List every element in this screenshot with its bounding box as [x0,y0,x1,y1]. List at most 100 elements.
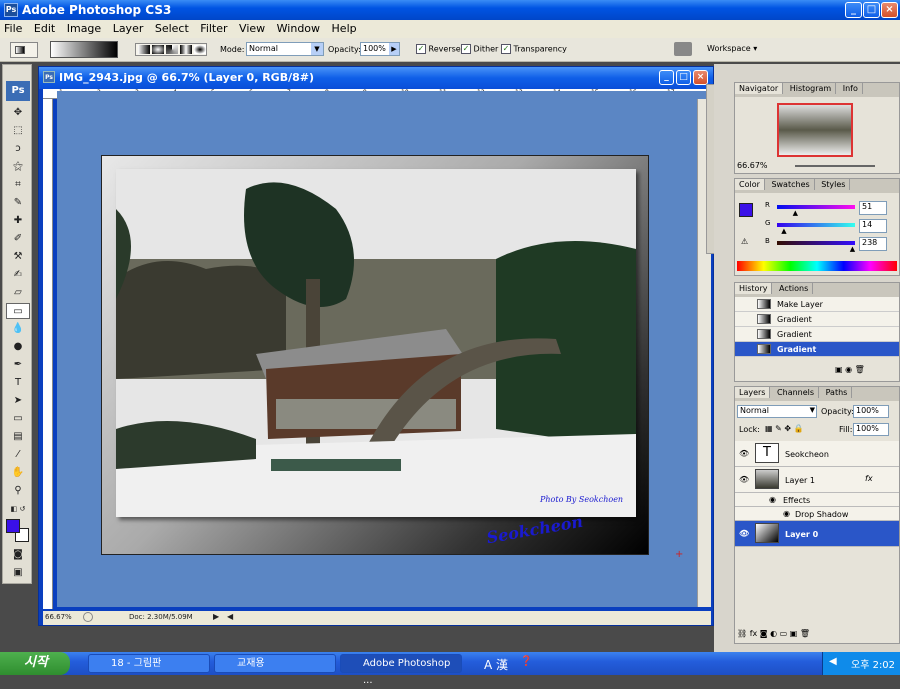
diamond-gradient-icon[interactable] [194,45,206,54]
default-colors-icon[interactable]: ◧ ↺ [6,501,30,517]
pen-tool-icon[interactable]: ✒ [6,357,30,373]
eyedropper-tool-icon[interactable]: ⁄ [6,447,30,463]
ime-indicator[interactable]: A 漢 [484,656,508,673]
navigator-zoom-slider[interactable] [795,165,875,167]
tab-actions[interactable]: Actions [775,283,814,294]
drop-shadow-eye-icon[interactable]: ◉ [783,509,790,518]
clone-stamp-tool-icon[interactable]: ⚒ [6,249,30,265]
g-slider-thumb[interactable]: ▲ [781,227,786,235]
dither-option[interactable]: ✓ Dither [461,44,498,54]
rectangle-tool-icon[interactable]: ▭ [6,411,30,427]
canvas-area[interactable]: Photo By Seokchoen Seokcheon + [57,91,711,607]
angle-gradient-icon[interactable] [166,45,178,54]
menu-filter[interactable]: Filter [196,21,231,36]
tab-layers[interactable]: Layers [735,387,771,398]
menu-window[interactable]: Window [273,21,324,36]
dodge-tool-icon[interactable]: ● [6,339,30,355]
reverse-option[interactable]: ✓ Reverse [416,44,461,54]
doc-close-button[interactable]: × [693,70,708,85]
layer-opacity-input[interactable]: 100% [853,405,889,418]
screen-mode-icon[interactable]: ▣ [6,565,30,581]
history-footer-icons[interactable]: ▣ ◉ 🗑 [835,365,865,374]
lasso-tool-icon[interactable]: ↄ [6,141,30,157]
history-item[interactable]: Gradient [735,312,899,327]
move-tool-icon[interactable]: ✥ [6,105,30,121]
menu-select[interactable]: Select [151,21,193,36]
maximize-button[interactable]: □ [863,2,880,18]
tab-navigator[interactable]: Navigator [735,83,784,94]
color-spectrum-bar[interactable] [737,261,897,271]
history-item-selected[interactable]: Gradient [735,342,899,357]
taskbar-item-paint[interactable]: 18 - 그림판 [88,654,210,673]
navigator-thumbnail[interactable] [777,103,853,157]
history-brush-tool-icon[interactable]: ✍ [6,267,30,283]
magic-wand-tool-icon[interactable]: ⚝ [6,159,30,175]
menu-image[interactable]: Image [63,21,105,36]
tab-history[interactable]: History [735,283,773,294]
tab-swatches[interactable]: Swatches [767,179,815,190]
close-button[interactable]: × [881,2,898,18]
start-button[interactable]: 시작 [0,652,70,675]
quick-mask-icon[interactable]: ◙ [6,547,30,563]
tab-styles[interactable]: Styles [817,179,851,190]
b-slider-thumb[interactable]: ▲ [850,245,855,253]
fx-icon[interactable]: fx [865,474,873,483]
layer-effects-row[interactable]: ◉ Effects [735,493,899,507]
layer-row-layer0-selected[interactable]: 👁 Layer 0 [735,521,899,547]
layer-fill-input[interactable]: 100% [853,423,889,436]
linear-gradient-icon[interactable] [138,45,150,54]
blur-tool-icon[interactable]: 💧 [6,321,30,337]
tool-preset-picker[interactable] [10,42,38,58]
minimize-button[interactable]: _ [845,2,862,18]
zoom-readout[interactable]: 66.67% [45,613,72,621]
notes-tool-icon[interactable]: ▤ [6,429,30,445]
foreground-color[interactable] [6,519,20,533]
crop-tool-icon[interactable]: ⌗ [6,177,30,193]
slice-tool-icon[interactable]: ✎ [6,195,30,211]
status-icon[interactable] [83,612,93,622]
marquee-tool-icon[interactable]: ⬚ [6,123,30,139]
r-input[interactable]: 51 [859,201,887,215]
tab-info[interactable]: Info [839,83,863,94]
gamut-warning-icon[interactable]: ⚠ [741,237,748,246]
color-fg-swatch[interactable] [739,203,753,217]
b-input[interactable]: 238 [859,237,887,251]
dither-checkbox[interactable]: ✓ [461,44,471,54]
gradient-picker[interactable] [50,41,118,58]
workspace-button[interactable]: Workspace ▾ [707,44,757,53]
tab-channels[interactable]: Channels [773,387,820,398]
brush-tool-icon[interactable]: ✐ [6,231,30,247]
lock-icons[interactable]: ▦ ✎ ✥ 🔒 [765,424,804,433]
layer-row-layer1[interactable]: 👁 Layer 1 fx [735,467,899,493]
b-slider[interactable]: ▲ [777,241,855,253]
chevron-right-icon[interactable]: ▶ [213,612,219,621]
chevron-right-icon[interactable]: ▶ [389,43,399,55]
color-swatches[interactable] [6,519,29,545]
history-item[interactable]: Make Layer [735,297,899,312]
clock[interactable]: 오후 2:02 [851,656,895,671]
type-tool-icon[interactable]: T [6,375,30,391]
mode-select[interactable]: Normal ▼ [246,42,324,56]
reflected-gradient-icon[interactable] [180,45,192,54]
radial-gradient-icon[interactable] [152,45,164,54]
menu-edit[interactable]: Edit [30,21,59,36]
blend-mode-select[interactable]: Normal ▼ [737,405,817,418]
path-selection-tool-icon[interactable]: ➤ [6,393,30,409]
eye-icon[interactable]: 👁 [739,529,749,539]
tab-histogram[interactable]: Histogram [786,83,837,94]
opacity-input[interactable]: 100% ▶ [360,42,400,56]
gradient-background[interactable]: Photo By Seokchoen Seokcheon [101,155,649,555]
doc-minimize-button[interactable]: _ [659,70,674,85]
bridge-icon[interactable] [674,42,692,56]
zoom-tool-icon[interactable]: ⚲ [6,483,30,499]
menu-view[interactable]: View [235,21,269,36]
healing-brush-tool-icon[interactable]: ✚ [6,213,30,229]
menu-help[interactable]: Help [328,21,361,36]
g-input[interactable]: 14 [859,219,887,233]
layers-footer-icons[interactable]: ⛓ fx ◙ ◐ ▭ ▣ 🗑 [737,629,810,638]
document-titlebar[interactable]: Ps IMG_2943.jpg @ 66.7% (Layer 0, RGB/8#… [39,67,713,89]
hand-tool-icon[interactable]: ✋ [6,465,30,481]
doc-maximize-button[interactable]: □ [676,70,691,85]
transparency-checkbox[interactable]: ✓ [501,44,511,54]
transparency-option[interactable]: ✓ Transparency [501,44,567,54]
